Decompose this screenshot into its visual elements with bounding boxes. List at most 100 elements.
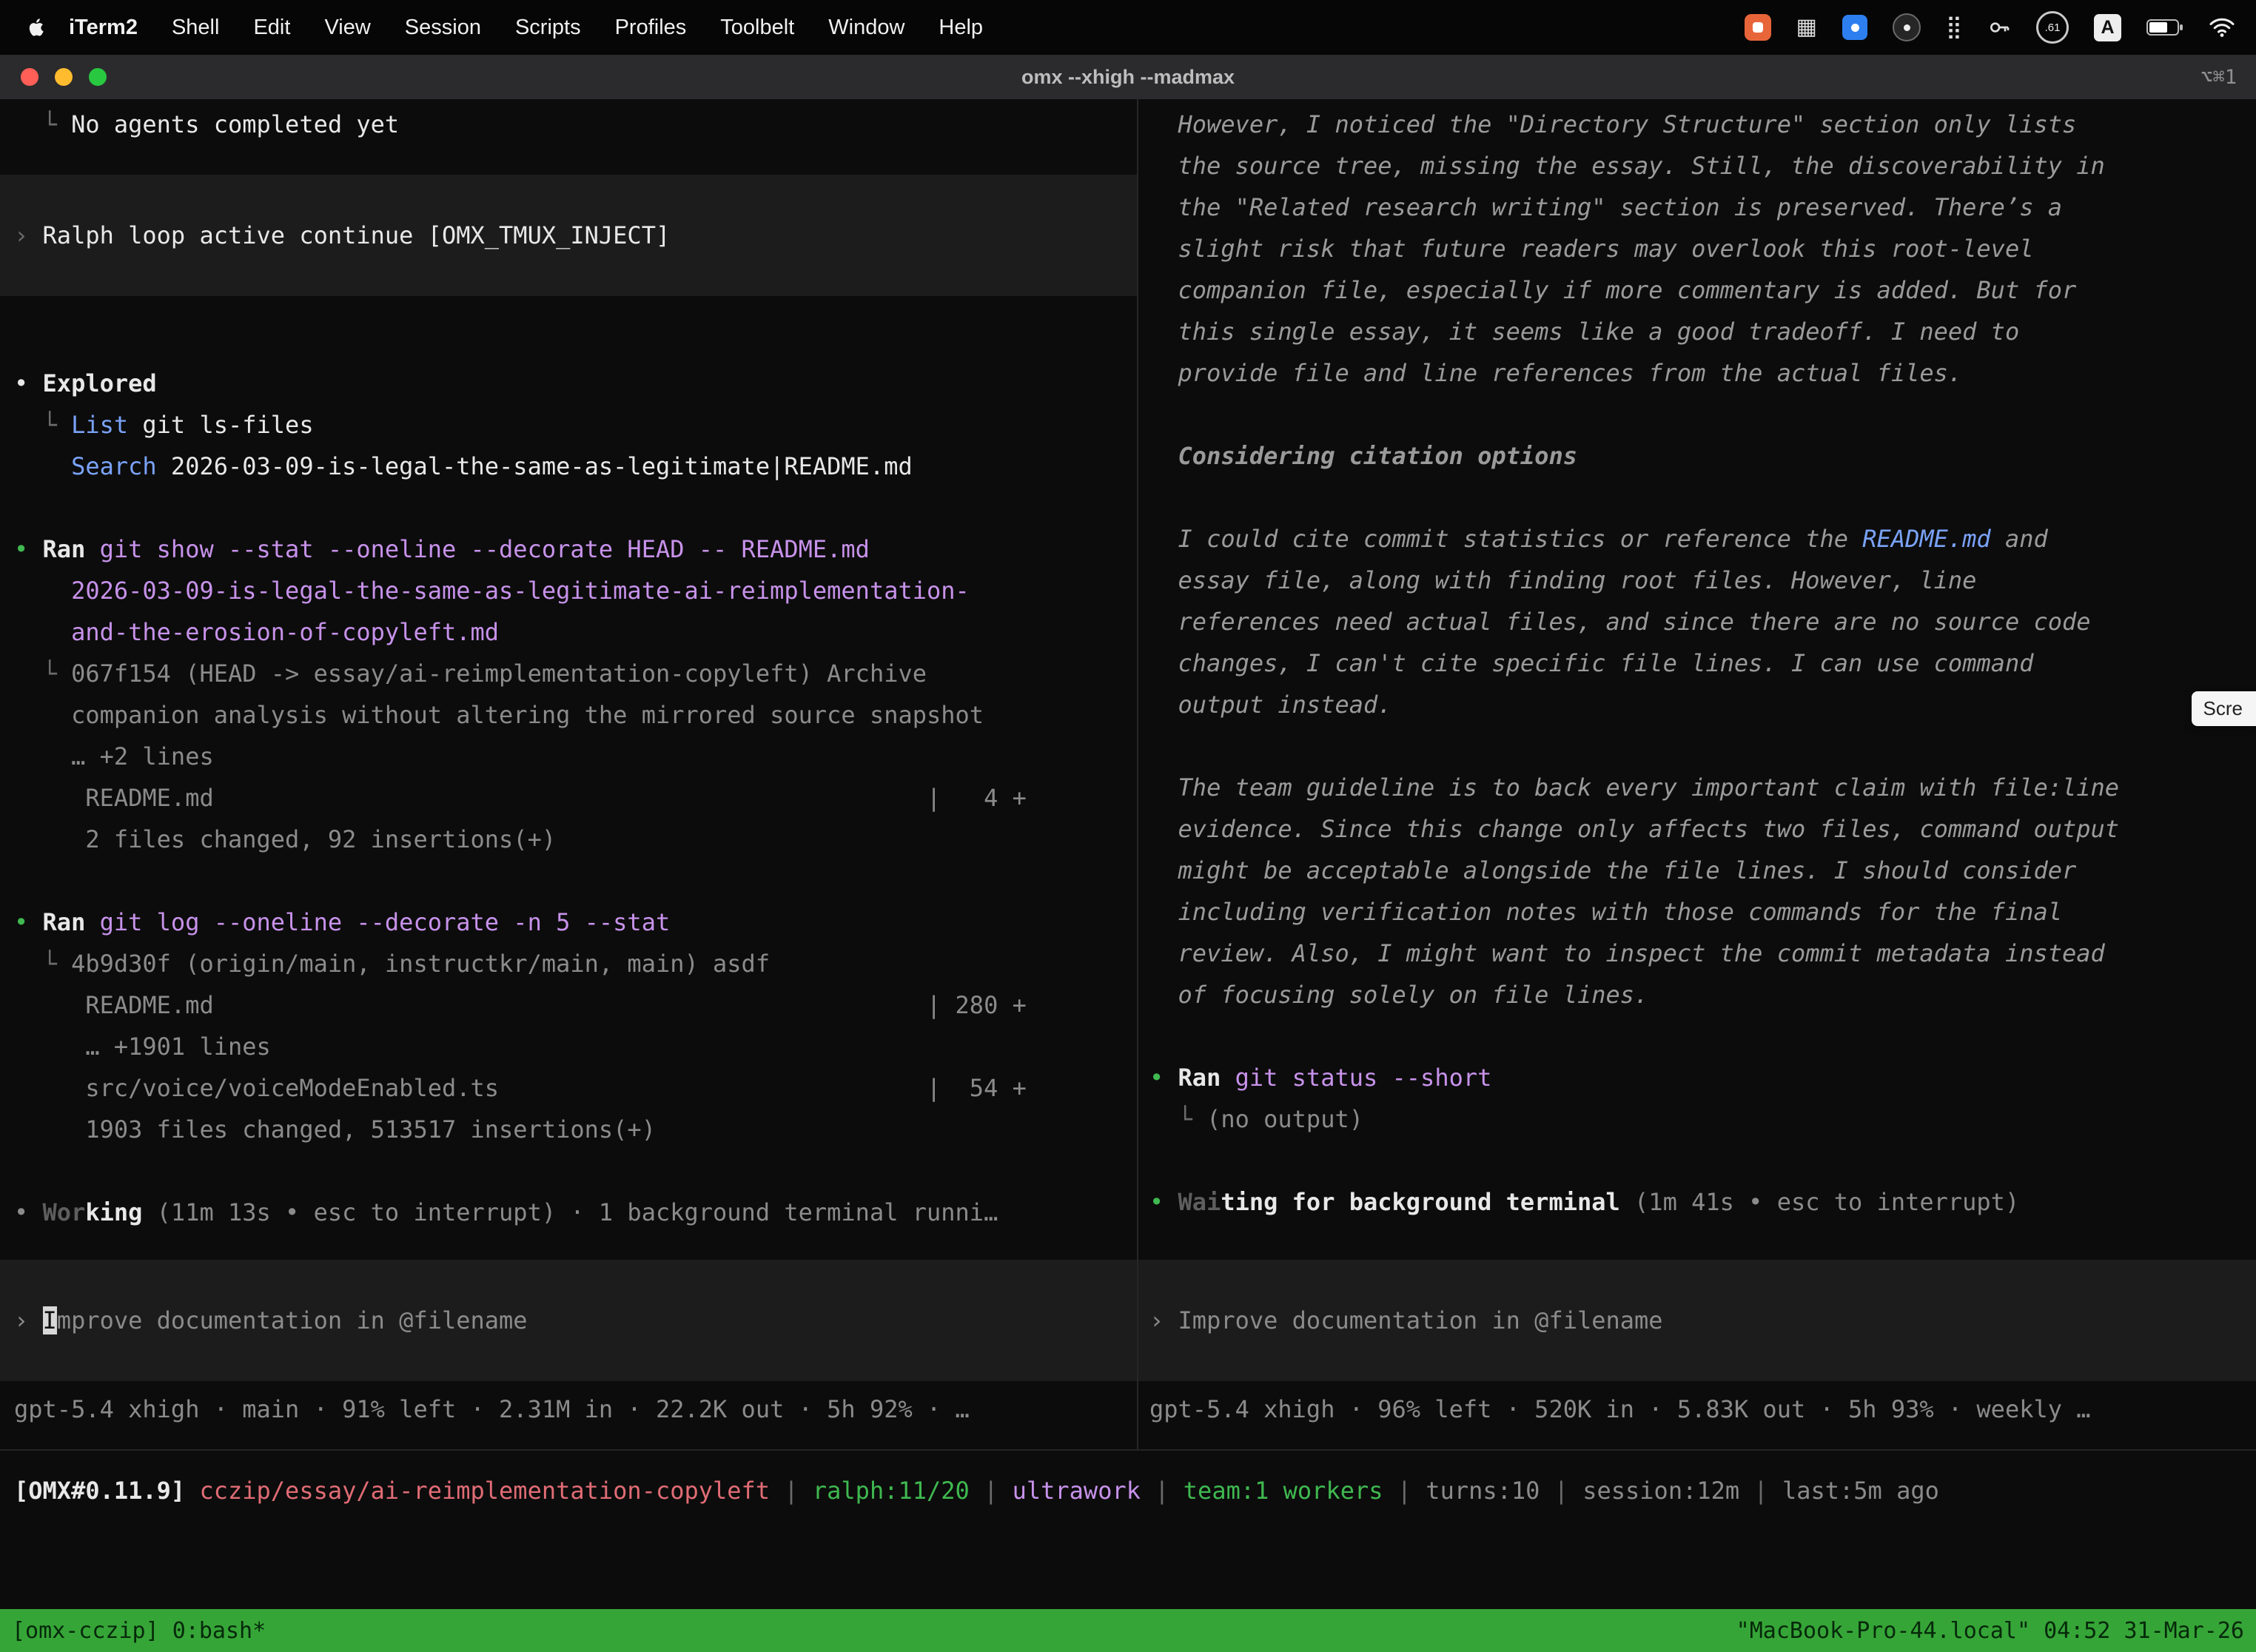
terminal-line: └ 067f154 (HEAD -> essay/ai-reimplementa…: [0, 653, 1137, 694]
terminal-line: └ List git ls-files: [0, 404, 1137, 446]
terminal-line: companion file, especially if more comme…: [1138, 269, 2256, 311]
menu-item-window[interactable]: Window: [811, 16, 921, 40]
terminal-line: references need actual files, and since …: [1138, 601, 2256, 642]
menu-items: iTerm2ShellEditViewSessionScriptsProfile…: [52, 16, 1000, 40]
terminal-line: However, I noticed the "Directory Struct…: [1138, 104, 2256, 145]
terminal-line: Search 2026-03-09-is-legal-the-same-as-l…: [0, 446, 1137, 487]
terminal-line: › Ralph loop active continue [OMX_TMUX_I…: [0, 215, 1137, 256]
menu-item-toolbelt[interactable]: Toolbelt: [703, 16, 811, 40]
tmux-status-bar: [omx-cczip] 0:bash* "MacBook-Pro-44.loca…: [0, 1609, 2256, 1652]
zoom-button[interactable]: [89, 68, 107, 86]
menu-bar: iTerm2ShellEditViewSessionScriptsProfile…: [0, 0, 2256, 55]
terminal-line: • Explored: [0, 363, 1137, 404]
traffic-lights: [0, 68, 107, 86]
screen-record-icon[interactable]: [1745, 14, 1771, 41]
prompt-input-left[interactable]: › Improve documentation in @filename: [0, 1260, 1137, 1381]
terminal-line: essay file, along with finding root file…: [1138, 560, 2256, 601]
terminal-line: src/voice/voiceModeEnabled.ts | 54 +: [0, 1067, 1137, 1109]
apple-menu-icon[interactable]: [25, 15, 47, 40]
window-title-bar[interactable]: omx --xhigh --madmax ⌥⌘1: [0, 55, 2256, 100]
terminal-line: review. Also, I might want to inspect th…: [1138, 933, 2256, 974]
terminal-line: [1138, 725, 2256, 767]
window-shortcut-hint: ⌥⌘1: [2200, 66, 2256, 89]
close-button[interactable]: [21, 68, 38, 86]
terminal-pane-right[interactable]: However, I noticed the "Directory Struct…: [1138, 99, 2256, 1449]
terminal-line: might be acceptable alongside the file l…: [1138, 850, 2256, 891]
omx-status-line: [OMX#0.11.9] cczip/essay/ai-reimplementa…: [0, 1470, 2256, 1511]
terminal-line: output instead.: [1138, 684, 2256, 725]
terminal-line: └ No agents completed yet: [0, 104, 1137, 145]
terminal-line: Considering citation options: [1138, 435, 2256, 477]
dots-grid-icon[interactable]: ⣿: [1946, 14, 1962, 41]
terminal-line: slight risk that future readers may over…: [1138, 228, 2256, 269]
terminal-line: this single essay, it seems like a good …: [1138, 311, 2256, 352]
tmux-session-info: [omx-cczip] 0:bash*: [12, 1618, 266, 1644]
input-source-letter: A: [2101, 17, 2114, 38]
terminal-line: [1138, 394, 2256, 435]
right-transcript: However, I noticed the "Directory Struct…: [1138, 104, 2256, 1223]
menu-item-edit[interactable]: Edit: [236, 16, 307, 40]
terminal-line: of focusing solely on file lines.: [1138, 974, 2256, 1015]
terminal-line: The team guideline is to back every impo…: [1138, 767, 2256, 808]
battery-icon[interactable]: [2146, 18, 2183, 37]
window-title: omx --xhigh --madmax: [0, 66, 2256, 89]
wifi-icon[interactable]: [2209, 17, 2235, 38]
input-source-icon[interactable]: A: [2094, 14, 2121, 41]
model-status-right: gpt-5.4 xhigh · 96% left · 520K in · 5.8…: [1138, 1389, 2256, 1430]
terminal-line: provide file and line references from th…: [1138, 352, 2256, 394]
terminal-line: evidence. Since this change only affects…: [1138, 808, 2256, 850]
model-status-left: gpt-5.4 xhigh · main · 91% left · 2.31M …: [0, 1389, 1137, 1430]
terminal-line: … +1901 lines: [0, 1026, 1137, 1067]
terminal-line: … +2 lines: [0, 736, 1137, 777]
terminal-line: • Ran git show --stat --oneline --decora…: [0, 528, 1137, 570]
inject-banner: › Ralph loop active continue [OMX_TMUX_I…: [0, 175, 1137, 296]
terminal-pane-left[interactable]: └ No agents completed yet › Ralph loop a…: [0, 99, 1138, 1449]
terminal-line: the "Related research writing" section i…: [1138, 187, 2256, 228]
menu-item-session[interactable]: Session: [388, 16, 498, 40]
key-icon[interactable]: [1987, 16, 2011, 39]
terminal-line: › Improve documentation in @filename: [1138, 1300, 2256, 1341]
menu-item-shell[interactable]: Shell: [155, 16, 237, 40]
cpu-gauge-icon[interactable]: .61: [2036, 11, 2069, 44]
terminal-line: 2026-03-09-is-legal-the-same-as-legitima…: [0, 570, 1137, 611]
dark-app-icon[interactable]: [1893, 13, 1921, 41]
menu-item-iterm2[interactable]: iTerm2: [52, 16, 155, 40]
terminal-line: › Improve documentation in @filename: [0, 1300, 1137, 1341]
terminal-line: └ 4b9d30f (origin/main, instructkr/main,…: [0, 943, 1137, 984]
tmux-host-time: "MacBook-Pro-44.local" 04:52 31-Mar-26: [1736, 1618, 2244, 1644]
terminal-line: README.md | 280 +: [0, 984, 1137, 1026]
screen-share-tab[interactable]: Scre: [2192, 691, 2256, 726]
menu-item-scripts[interactable]: Scripts: [498, 16, 598, 40]
agents-note: └ No agents completed yet: [0, 104, 1137, 145]
menu-item-profiles[interactable]: Profiles: [598, 16, 704, 40]
omx-status-bar: [OMX#0.11.9] cczip/essay/ai-reimplementa…: [0, 1449, 2256, 1609]
terminal-line: [OMX#0.11.9] cczip/essay/ai-reimplementa…: [0, 1470, 2256, 1511]
terminal-area: └ No agents completed yet › Ralph loop a…: [0, 99, 2256, 1449]
terminal-line: I could cite commit statistics or refere…: [1138, 518, 2256, 560]
prompt-input-right[interactable]: › Improve documentation in @filename: [1138, 1260, 2256, 1381]
terminal-line: • Working (11m 13s • esc to interrupt) ·…: [0, 1192, 1137, 1233]
terminal-line: • Ran git log --oneline --decorate -n 5 …: [0, 901, 1137, 943]
menu-item-view[interactable]: View: [307, 16, 387, 40]
terminal-line: the source tree, missing the essay. Stil…: [1138, 145, 2256, 187]
left-transcript: • Explored └ List git ls-files Search 20…: [0, 363, 1137, 1233]
terminal-line: [0, 860, 1137, 901]
minimize-button[interactable]: [55, 68, 73, 86]
terminal-line: 2 files changed, 92 insertions(+): [0, 819, 1137, 860]
grid-app-icon[interactable]: ▦: [1796, 14, 1817, 41]
terminal-line: [0, 487, 1137, 528]
terminal-line: • Waiting for background terminal (1m 41…: [1138, 1181, 2256, 1223]
blue-app-icon[interactable]: [1842, 15, 1867, 40]
terminal-line: [0, 1150, 1137, 1192]
terminal-line: including verification notes with those …: [1138, 891, 2256, 933]
terminal-line: [1138, 1140, 2256, 1181]
terminal-line: └ (no output): [1138, 1098, 2256, 1140]
menu-bar-status: ▦ ⣿ .61 A: [1745, 11, 2235, 44]
cpu-gauge-value: .61: [2045, 21, 2061, 34]
terminal-line: README.md | 4 +: [0, 777, 1137, 819]
terminal-line: [1138, 477, 2256, 518]
terminal-line: changes, I can't cite specific file line…: [1138, 642, 2256, 684]
menu-item-help[interactable]: Help: [921, 16, 1000, 40]
terminal-line: [1138, 1015, 2256, 1057]
terminal-line: and-the-erosion-of-copyleft.md: [0, 611, 1137, 653]
